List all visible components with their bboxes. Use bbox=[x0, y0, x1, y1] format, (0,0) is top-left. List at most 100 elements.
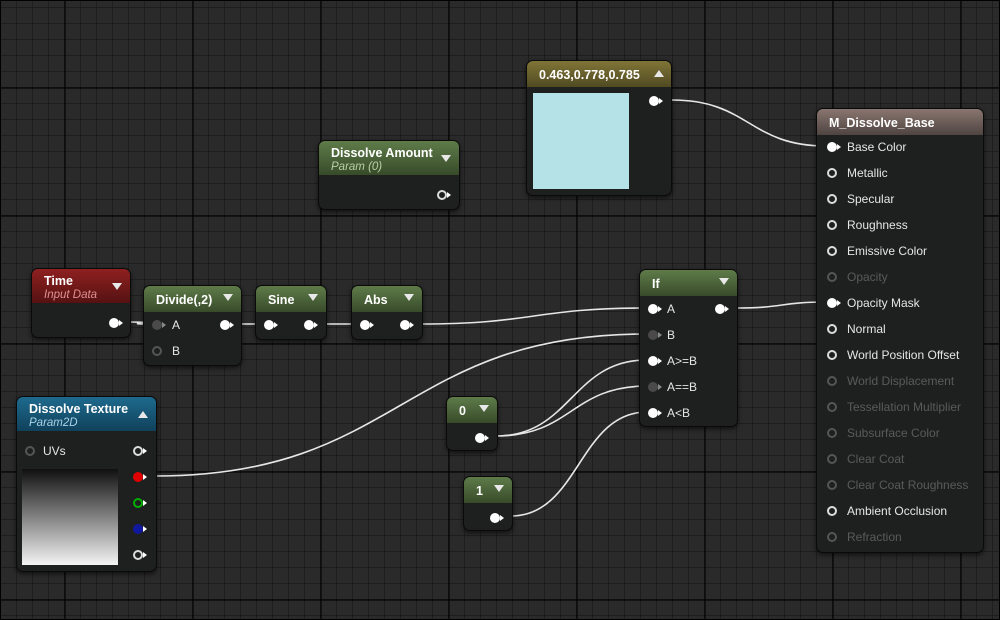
input-pin-specular[interactable] bbox=[827, 194, 837, 204]
input-pin-clear-coat-roughness bbox=[827, 480, 837, 490]
dissolve-texture-header[interactable]: Dissolve Texture Param2D bbox=[17, 397, 156, 431]
constant-0-node[interactable]: 0 bbox=[446, 396, 498, 451]
dissolve-amount-header[interactable]: Dissolve Amount Param (0) bbox=[319, 141, 459, 175]
output-pin-b[interactable] bbox=[133, 524, 147, 534]
output-pin[interactable] bbox=[475, 433, 489, 443]
dissolve-texture-node[interactable]: Dissolve Texture Param2D UVs bbox=[16, 396, 157, 572]
expand-chevron-icon[interactable] bbox=[223, 294, 233, 301]
dissolve-texture-title: Dissolve Texture bbox=[29, 402, 129, 416]
output-pin-g[interactable] bbox=[133, 498, 147, 508]
input-pin-base-color[interactable] bbox=[827, 142, 841, 152]
pin-label-a-eq-b: A==B bbox=[667, 380, 698, 394]
input-label-roughness: Roughness bbox=[847, 218, 908, 232]
dissolve-amount-title: Dissolve Amount bbox=[331, 146, 433, 160]
input-pin-a-eq-b[interactable] bbox=[648, 382, 662, 392]
time-title: Time bbox=[44, 274, 73, 288]
time-node[interactable]: Time Input Data bbox=[31, 268, 131, 338]
input-label-world-displacement: World Displacement bbox=[847, 374, 955, 388]
time-header[interactable]: Time Input Data bbox=[32, 269, 130, 303]
constant-0-title: 0 bbox=[459, 404, 466, 418]
collapse-chevron-icon[interactable] bbox=[138, 411, 148, 418]
constant3vector-node[interactable]: 0.463,0.778,0.785 bbox=[526, 60, 672, 196]
wire-if-to-opacitymask bbox=[737, 301, 827, 309]
if-node[interactable]: If A B A>=B A==B A<B bbox=[639, 269, 738, 427]
input-pin[interactable] bbox=[360, 320, 374, 330]
expand-chevron-icon[interactable] bbox=[441, 155, 451, 162]
output-pin[interactable] bbox=[400, 320, 414, 330]
input-label-opacity-mask: Opacity Mask bbox=[847, 296, 920, 310]
input-pin-emissive-color[interactable] bbox=[827, 246, 837, 256]
dissolve-amount-subtitle: Param (0) bbox=[331, 161, 383, 173]
input-label-refraction: Refraction bbox=[847, 530, 902, 544]
pin-label-a-gte-b: A>=B bbox=[667, 354, 698, 368]
sine-header[interactable]: Sine bbox=[256, 286, 326, 312]
input-pin-metallic[interactable] bbox=[827, 168, 837, 178]
input-pin-b[interactable] bbox=[152, 346, 162, 356]
pin-label-b: B bbox=[667, 328, 676, 342]
if-title: If bbox=[652, 277, 660, 291]
input-pin-normal[interactable] bbox=[827, 324, 837, 334]
input-label-clear-coat: Clear Coat bbox=[847, 452, 905, 466]
input-pin-uvs[interactable] bbox=[25, 446, 35, 456]
output-pin-a[interactable] bbox=[133, 550, 147, 560]
output-pin[interactable] bbox=[715, 304, 729, 314]
expand-chevron-icon[interactable] bbox=[404, 294, 414, 301]
input-label-base-color: Base Color bbox=[847, 140, 907, 154]
output-pin-rgb[interactable] bbox=[133, 446, 147, 456]
abs-node[interactable]: Abs bbox=[351, 285, 423, 340]
input-pin-a[interactable] bbox=[648, 304, 662, 314]
time-subtitle: Input Data bbox=[44, 289, 98, 301]
constant-1-header[interactable]: 1 bbox=[464, 477, 512, 503]
divide-header[interactable]: Divide(,2) bbox=[144, 286, 241, 312]
divide-node[interactable]: Divide(,2) A B bbox=[143, 285, 242, 366]
wire-const0-to-if-aeqb bbox=[495, 385, 648, 437]
input-pin-opacity-mask[interactable] bbox=[827, 298, 841, 308]
output-pin[interactable] bbox=[304, 320, 318, 330]
output-pin[interactable] bbox=[490, 513, 504, 523]
output-pin[interactable] bbox=[109, 318, 123, 328]
input-pin-b[interactable] bbox=[648, 330, 662, 340]
divide-title: Divide(,2) bbox=[156, 293, 213, 307]
constant3vector-header[interactable]: 0.463,0.778,0.785 bbox=[527, 61, 671, 87]
constant-0-header[interactable]: 0 bbox=[447, 397, 497, 423]
output-pin[interactable] bbox=[437, 190, 451, 200]
material-header[interactable]: M_Dissolve_Base bbox=[817, 109, 983, 135]
expand-chevron-icon[interactable] bbox=[479, 405, 489, 412]
output-pin[interactable] bbox=[220, 320, 234, 330]
constant3vector-title: 0.463,0.778,0.785 bbox=[539, 68, 640, 82]
material-result-node[interactable]: M_Dissolve_Base Base Color Metallic Specul… bbox=[816, 108, 984, 553]
output-pin-r[interactable] bbox=[133, 472, 147, 482]
input-pin-world-position-offset[interactable] bbox=[827, 350, 837, 360]
expand-chevron-icon[interactable] bbox=[494, 485, 504, 492]
collapse-chevron-icon[interactable] bbox=[654, 70, 664, 77]
input-pin-ambient-occlusion[interactable] bbox=[827, 506, 837, 516]
output-pin[interactable] bbox=[649, 96, 663, 106]
constant-1-title: 1 bbox=[476, 484, 483, 498]
input-pin-a[interactable] bbox=[152, 320, 166, 330]
input-label-opacity: Opacity bbox=[847, 270, 888, 284]
input-label-tessellation-multiplier: Tessellation Multiplier bbox=[847, 400, 962, 414]
expand-chevron-icon[interactable] bbox=[112, 283, 122, 290]
abs-title: Abs bbox=[364, 293, 388, 307]
constant-1-node[interactable]: 1 bbox=[463, 476, 513, 531]
wire-const1-to-if-altb bbox=[510, 411, 648, 517]
pin-label-a: A bbox=[667, 302, 676, 316]
wire-const0-to-if-agteb bbox=[495, 359, 648, 437]
input-pin-a-gte-b[interactable] bbox=[648, 356, 662, 366]
expand-chevron-icon[interactable] bbox=[719, 278, 729, 285]
input-pin[interactable] bbox=[264, 320, 278, 330]
input-label-specular: Specular bbox=[847, 192, 895, 206]
input-pin-subsurface-color bbox=[827, 428, 837, 438]
expand-chevron-icon[interactable] bbox=[308, 294, 318, 301]
texture-preview bbox=[22, 469, 118, 565]
input-pin-refraction bbox=[827, 532, 837, 542]
if-header[interactable]: If bbox=[640, 270, 737, 296]
input-pin-a-lt-b[interactable] bbox=[648, 408, 662, 418]
pin-label-uvs: UVs bbox=[43, 444, 66, 458]
abs-header[interactable]: Abs bbox=[352, 286, 422, 312]
input-pin-roughness[interactable] bbox=[827, 220, 837, 230]
input-label-ambient-occlusion: Ambient Occlusion bbox=[847, 504, 948, 518]
pin-label-b: B bbox=[172, 344, 181, 358]
dissolve-amount-node[interactable]: Dissolve Amount Param (0) bbox=[318, 140, 460, 210]
sine-node[interactable]: Sine bbox=[255, 285, 327, 340]
